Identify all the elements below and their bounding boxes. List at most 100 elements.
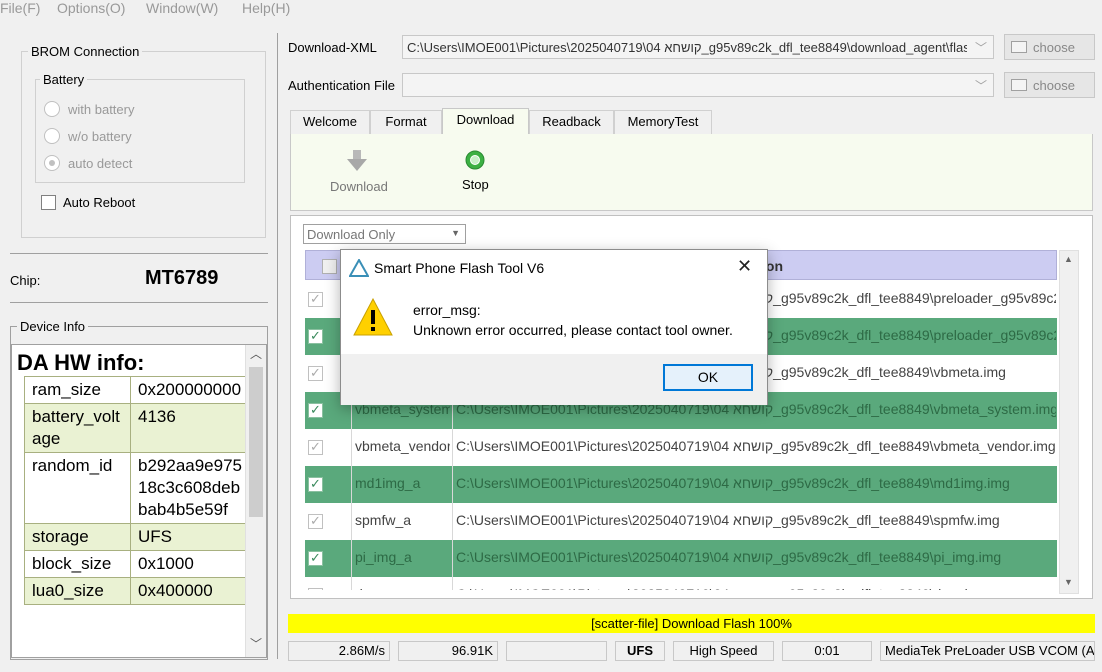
close-icon[interactable]: ✕ <box>737 256 752 277</box>
status-port: MediaTek PreLoader USB VCOM (Android) <box>880 641 1095 661</box>
hw-key: ram_size <box>24 376 131 404</box>
partition-location[interactable]: C:\Users\IMOE001\Pictures\2025040719\04 … <box>456 586 1056 590</box>
scroll-down-icon[interactable]: ﹀ <box>250 635 262 652</box>
scroll-down-icon[interactable]: ▼ <box>1064 577 1073 587</box>
divider <box>10 302 268 303</box>
status-mode: High Speed <box>673 641 774 661</box>
partition-location[interactable]: C:\Users\IMOE001\Pictures\2025040719\04 … <box>456 512 1056 528</box>
row-checkbox[interactable] <box>308 513 323 529</box>
ok-button[interactable]: OK <box>663 364 753 391</box>
folder-icon <box>1011 79 1027 91</box>
scroll-up-icon[interactable]: ︿ <box>250 345 262 362</box>
partition-location[interactable]: C:\Users\IMOE001\Pictures\2025040719\04 … <box>456 438 1056 454</box>
status-storage: UFS <box>615 641 665 661</box>
dialog-title: Smart Phone Flash Tool V6 <box>374 260 545 276</box>
tab-readback[interactable]: Readback <box>529 110 614 134</box>
hw-value: 0x400000 <box>130 577 252 605</box>
row-checkbox[interactable] <box>308 476 323 492</box>
status-time: 0:01 <box>782 641 872 661</box>
folder-icon <box>1011 41 1027 53</box>
tab-download[interactable]: Download <box>442 108 529 135</box>
menu-help[interactable]: Help(H) <box>242 0 290 16</box>
stop-icon <box>465 150 485 170</box>
row-checkbox[interactable] <box>308 550 323 566</box>
chip-value: MT6789 <box>145 267 219 289</box>
table-row[interactable]: md1img_a C:\Users\IMOE001\Pictures\202504… <box>305 466 1057 503</box>
column-divider <box>452 540 453 577</box>
row-checkbox[interactable] <box>308 587 323 590</box>
download-mode-value: Download Only <box>307 227 396 242</box>
table-row: random_id b292aa9e97518c3c608debbab4b5e59… <box>24 452 252 524</box>
choose-xml-button[interactable]: choose <box>1004 34 1095 60</box>
menu-file[interactable]: File(F) <box>0 0 40 16</box>
warning-icon <box>353 298 393 336</box>
status-blank <box>506 641 607 661</box>
choose-auth-button[interactable]: choose <box>1004 72 1095 98</box>
device-info-title: Device Info <box>17 319 89 334</box>
hw-value: UFS <box>130 523 252 551</box>
hw-value: 4136 <box>130 403 252 453</box>
brom-connection-title: BROM Connection <box>28 44 143 59</box>
partition-name: dpm_a <box>355 586 450 590</box>
chip-label: Chip: <box>10 273 41 288</box>
menu-options[interactable]: Options(O) <box>57 0 125 16</box>
radio-auto-detect[interactable] <box>44 155 60 171</box>
column-divider <box>452 503 453 540</box>
pane-splitter[interactable] <box>277 33 278 659</box>
row-checkbox[interactable] <box>308 365 323 381</box>
radio-without-battery[interactable] <box>44 128 60 144</box>
hw-value: b292aa9e97518c3c608debbab4b5e59f <box>130 452 252 524</box>
download-toolbar: Download Stop <box>290 134 1093 211</box>
battery-group <box>35 79 245 183</box>
divider <box>10 253 268 254</box>
table-row[interactable]: vbmeta_vendor_a C:\Users\IMOE001\Pictures… <box>305 429 1057 466</box>
list-scrollbar[interactable]: ▲ ▼ <box>1059 250 1079 594</box>
chevron-down-icon: ▼ <box>451 228 460 238</box>
hw-value: 0x200000000 <box>130 376 252 404</box>
da-hw-title: DA HW info: <box>17 350 145 375</box>
table-row[interactable]: spmfw_a C:\Users\IMOE001\Pictures\2025040… <box>305 503 1057 540</box>
hw-key: storage <box>24 523 131 551</box>
download-xml-combo[interactable]: C:\Users\IMOE001\Pictures\2025040719\04 … <box>402 35 994 59</box>
partition-name: vbmeta_vendor_a <box>355 438 450 454</box>
radio-auto-detect-label: auto detect <box>68 156 133 171</box>
table-row: storage UFS <box>24 523 252 551</box>
column-divider <box>351 540 352 577</box>
partition-name: md1img_a <box>355 475 421 491</box>
download-button[interactable]: Download <box>327 144 388 196</box>
row-checkbox[interactable] <box>308 439 323 455</box>
chevron-down-icon: ﹀ <box>974 79 987 93</box>
column-divider <box>452 429 453 466</box>
table-row: lua0_size 0x400000 <box>24 577 252 605</box>
menu-bar: File(F) Options(O) Window(W) Help(H) <box>0 0 1102 18</box>
dialog-message-line2: Unknown error occurred, please contact t… <box>413 322 733 338</box>
select-all-checkbox[interactable] <box>322 259 337 274</box>
scroll-up-icon[interactable]: ▲ <box>1064 254 1073 264</box>
column-divider <box>351 577 352 590</box>
table-row[interactable]: dpm_a C:\Users\IMOE001\Pictures\202504071… <box>305 577 1057 590</box>
stop-button[interactable]: Stop <box>451 144 499 196</box>
scroll-thumb[interactable] <box>249 367 263 517</box>
row-checkbox[interactable] <box>308 328 323 344</box>
column-divider <box>351 466 352 503</box>
download-mode-select[interactable]: Download Only ▼ <box>303 224 466 244</box>
download-arrow-icon <box>347 150 367 171</box>
partition-location[interactable]: C:\Users\IMOE001\Pictures\2025040719\04 … <box>456 549 1056 565</box>
tab-memorytest[interactable]: MemoryTest <box>614 110 712 134</box>
menu-window[interactable]: Window(W) <box>146 0 218 16</box>
tab-welcome[interactable]: Welcome <box>290 110 370 134</box>
radio-with-battery[interactable] <box>44 101 60 117</box>
stop-button-label: Stop <box>462 177 489 192</box>
partition-location[interactable]: C:\Users\IMOE001\Pictures\2025040719\04 … <box>456 475 1056 491</box>
tab-format[interactable]: Format <box>370 110 442 134</box>
auth-file-combo[interactable]: ﹀ <box>402 73 994 97</box>
table-row[interactable]: pi_img_a C:\Users\IMOE001\Pictures\202504… <box>305 540 1057 577</box>
hw-key: battery_voltage <box>24 403 131 453</box>
auth-file-label: Authentication File <box>288 78 395 93</box>
row-checkbox[interactable] <box>308 402 323 418</box>
device-info-scrollbar[interactable]: ︿ ﹀ <box>245 345 266 657</box>
auto-reboot-checkbox[interactable] <box>41 195 56 210</box>
radio-without-battery-label: w/o battery <box>68 129 132 144</box>
status-size: 96.91K <box>398 641 498 661</box>
row-checkbox[interactable] <box>308 291 323 307</box>
